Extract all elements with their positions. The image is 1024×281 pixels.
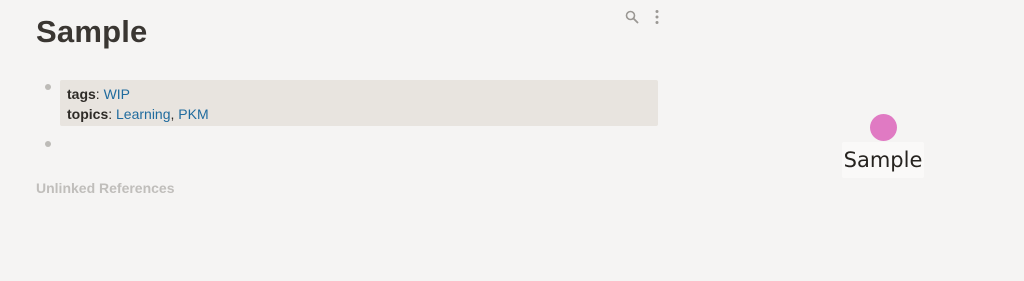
unlinked-references-toggle[interactable]: Unlinked References <box>36 180 175 196</box>
graph-node-sample[interactable] <box>870 114 897 141</box>
graph-view[interactable]: Sample <box>680 0 1024 281</box>
property-key-tags: tags <box>67 86 96 102</box>
topic-link-learning[interactable]: Learning <box>116 106 171 122</box>
topic-link-pkm[interactable]: PKM <box>178 106 208 122</box>
property-separator: : <box>108 106 113 122</box>
property-key-topics: topics <box>67 106 109 122</box>
tag-link-wip[interactable]: WIP <box>104 86 130 102</box>
block-bullet[interactable] <box>45 84 51 90</box>
list-separator: , <box>170 106 175 122</box>
properties-box[interactable]: tags: WIP topics: Learning, PKM <box>60 80 658 126</box>
graph-node-label: Sample <box>842 142 924 178</box>
property-row-tags: tags: WIP <box>67 84 651 104</box>
more-vertical-icon[interactable] <box>649 9 665 25</box>
block-bullet[interactable] <box>45 141 51 147</box>
search-icon[interactable] <box>624 9 640 25</box>
page-toolbar <box>624 9 664 27</box>
empty-block[interactable] <box>36 141 660 151</box>
property-separator: : <box>95 86 100 102</box>
property-row-topics: topics: Learning, PKM <box>67 104 651 124</box>
page-title: Sample <box>36 14 148 49</box>
